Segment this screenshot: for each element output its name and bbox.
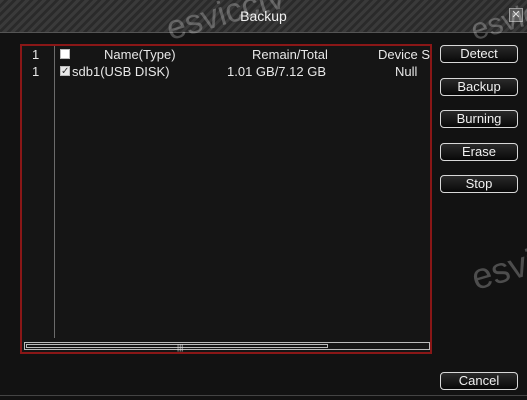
scroll-grip-icon: |||	[177, 343, 184, 352]
bottom-divider	[0, 395, 527, 396]
header-remain-total: Remain/Total	[252, 47, 328, 62]
header-name-type: Name(Type)	[104, 47, 176, 62]
detect-button[interactable]: Detect	[440, 45, 518, 63]
checkbox-checked-icon[interactable]: ✓	[60, 66, 70, 77]
erase-button[interactable]: Erase	[440, 143, 518, 161]
table-header-row: 1 Name(Type) Remain/Total Device S	[22, 47, 430, 63]
stop-button[interactable]: Stop	[440, 175, 518, 193]
burning-button[interactable]: Burning	[440, 110, 518, 128]
row-device-status: Null	[395, 64, 418, 79]
close-icon[interactable]: ✕	[509, 8, 523, 22]
device-table: 1 Name(Type) Remain/Total Device S 1 ✓ s…	[20, 44, 432, 354]
watermark-right: esvicctv	[466, 223, 527, 298]
row-index: 1	[32, 64, 40, 79]
backup-button[interactable]: Backup	[440, 78, 518, 96]
horizontal-scrollbar[interactable]: |||	[24, 342, 430, 352]
checkbox-icon[interactable]	[60, 49, 70, 59]
window-title: Backup	[240, 8, 287, 24]
header-index: 1	[32, 47, 40, 62]
row-name: sdb1(USB DISK)	[72, 64, 170, 79]
scrollbar-thumb[interactable]: |||	[26, 344, 328, 352]
table-row[interactable]: 1 ✓ sdb1(USB DISK) 1.01 GB/7.12 GB Null	[22, 64, 430, 80]
cancel-button[interactable]: Cancel	[440, 372, 518, 390]
column-divider	[54, 46, 55, 338]
header-device-status: Device S	[378, 47, 430, 62]
row-remain-total: 1.01 GB/7.12 GB	[227, 64, 327, 79]
